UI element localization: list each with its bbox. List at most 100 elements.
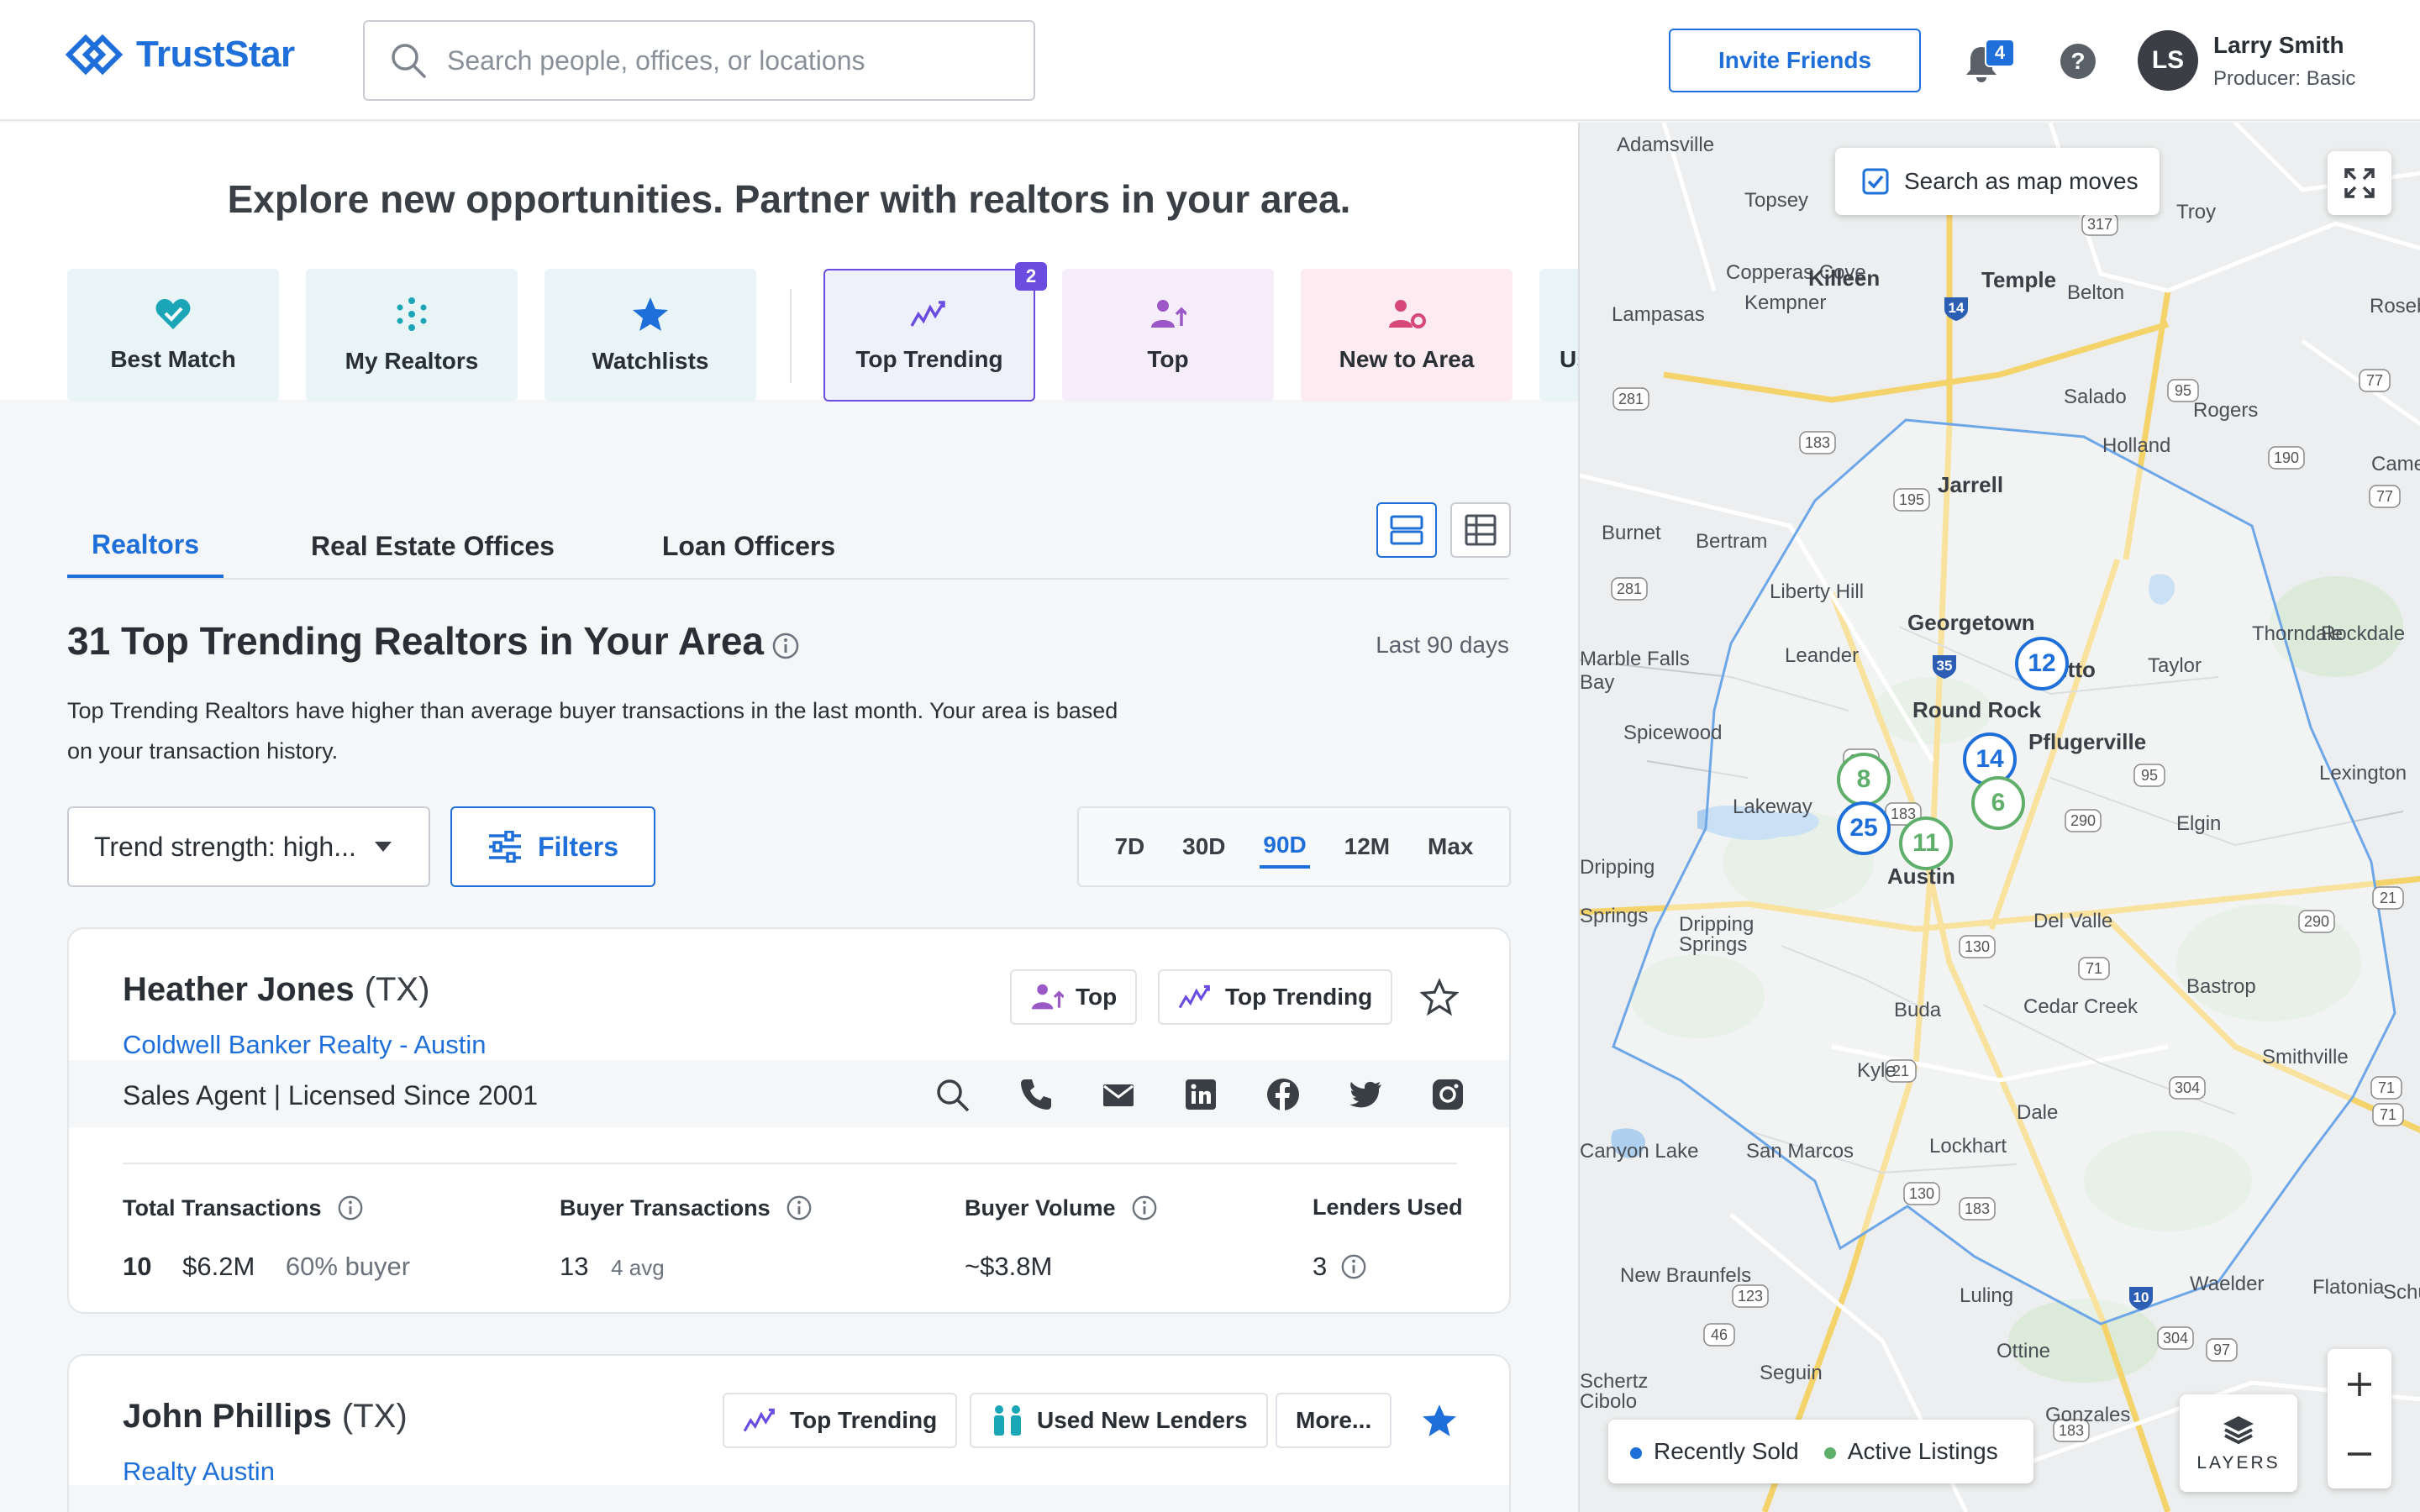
buyer-average: 4 avg <box>611 1255 665 1280</box>
cluster-marker[interactable]: 12 <box>2015 637 2069 690</box>
search-box[interactable] <box>363 20 1035 101</box>
range-30d[interactable]: 30D <box>1179 827 1228 867</box>
zoom-in-button[interactable] <box>2328 1349 2391 1419</box>
layers-button[interactable]: LAYERS <box>2180 1394 2297 1492</box>
category-best-match[interactable]: Best Match <box>67 269 279 402</box>
star-outline-icon[interactable] <box>1420 978 1459 1016</box>
category-top-trending[interactable]: Top Trending <box>823 269 1035 402</box>
email-icon[interactable] <box>1101 1077 1136 1112</box>
cluster-marker[interactable]: 11 <box>1899 816 1953 870</box>
svg-text:304: 304 <box>2163 1330 2188 1347</box>
svg-text:Bay: Bay <box>1580 671 1614 694</box>
svg-text:Dripping: Dripping <box>1679 913 1754 936</box>
stat-lenders-header: Lenders Used <box>1313 1194 1463 1221</box>
category-my-realtors[interactable]: My Realtors <box>306 269 518 402</box>
tab-realtors[interactable]: Realtors <box>67 514 224 578</box>
results-title: 31 Top Trending Realtors in Your Area <box>67 619 765 663</box>
avatar[interactable]: LS <box>2138 30 2198 91</box>
stat-volume-header: Buyer Volume <box>965 1194 1158 1221</box>
tag-top-trending[interactable]: Top Trending <box>723 1393 958 1448</box>
range-90d[interactable]: 90D <box>1260 825 1310 869</box>
svg-text:Troy: Troy <box>2176 201 2216 223</box>
realtor-card[interactable]: Heather Jones (TX) Coldwell Banker Realty… <box>67 927 1511 1314</box>
search-as-map-moves-label: Search as map moves <box>1904 168 2139 194</box>
twitter-icon[interactable] <box>1348 1077 1383 1112</box>
range-12m[interactable]: 12M <box>1341 827 1393 867</box>
svg-text:Waelder: Waelder <box>2190 1273 2264 1295</box>
svg-text:Smithville: Smithville <box>2262 1046 2349 1068</box>
svg-text:Springs: Springs <box>1679 933 1747 956</box>
category-new-to-area[interactable]: New to Area <box>1301 269 1512 402</box>
linkedin-icon[interactable] <box>1183 1077 1218 1112</box>
help-icon[interactable]: ? <box>2059 42 2097 81</box>
svg-text:Topsey: Topsey <box>1744 189 1808 212</box>
period-label: Last 90 days <box>1376 632 1509 658</box>
truststar-logo[interactable]: TrustStar <box>66 34 295 76</box>
more-tags-button[interactable]: More... <box>1276 1393 1392 1448</box>
star-filled-icon[interactable] <box>1420 1401 1459 1440</box>
svg-text:Kyle: Kyle <box>1857 1059 1897 1082</box>
invite-friends-button[interactable]: Invite Friends <box>1669 29 1921 92</box>
zoom-out-button[interactable] <box>2328 1419 2391 1488</box>
svg-text:183: 183 <box>1805 434 1830 451</box>
phone-icon[interactable] <box>1018 1077 1054 1112</box>
top-header: TrustStar Invite Friends 4 ? LS Larry Sm… <box>0 0 2420 121</box>
info-icon[interactable] <box>771 632 800 660</box>
search-input[interactable] <box>447 45 1018 76</box>
tag-label: Top Trending <box>790 1407 938 1433</box>
search-as-map-moves-toggle[interactable]: Search as map moves <box>1835 148 2160 215</box>
tag-used-new-lenders[interactable]: Used New Lenders <box>970 1393 1268 1448</box>
svg-text:281: 281 <box>1618 391 1644 407</box>
fullscreen-button[interactable] <box>2328 151 2391 215</box>
legend-dot-green <box>1823 1446 1836 1459</box>
info-icon[interactable] <box>1340 1253 1367 1280</box>
search-icon[interactable] <box>934 1077 971 1114</box>
svg-text:Lampasas: Lampasas <box>1612 303 1705 326</box>
facebook-icon[interactable] <box>1265 1077 1301 1112</box>
svg-text:Adamsville: Adamsville <box>1617 134 1714 156</box>
svg-text:New Braunfels: New Braunfels <box>1620 1264 1751 1287</box>
svg-text:Salado: Salado <box>2064 386 2127 408</box>
range-7d[interactable]: 7D <box>1111 827 1148 867</box>
category-watchlists[interactable]: Watchlists <box>544 269 756 402</box>
realtor-office-link[interactable]: Realty Austin <box>123 1457 275 1487</box>
trend-strength-select[interactable]: Trend strength: high... <box>67 806 430 887</box>
map-panel[interactable]: 317 281 183 195 281 95 190 77 95 183 183… <box>1578 123 2420 1512</box>
list-view-button[interactable] <box>1376 502 1437 558</box>
range-max[interactable]: Max <box>1424 827 1476 867</box>
realtor-name[interactable]: Heather Jones (TX) <box>123 971 429 1009</box>
svg-text:Dripping: Dripping <box>1580 856 1655 879</box>
category-partial[interactable]: Us <box>1539 269 1578 402</box>
cluster-marker[interactable]: 8 <box>1837 753 1891 806</box>
cluster-marker[interactable]: 6 <box>1971 776 2025 830</box>
cluster-marker[interactable]: 25 <box>1837 801 1891 855</box>
tag-label: More... <box>1296 1407 1372 1433</box>
tab-real-estate-offices[interactable]: Real Estate Offices <box>302 514 563 578</box>
tag-top-trending[interactable]: Top Trending <box>1158 969 1393 1025</box>
card-divider <box>123 1163 1457 1164</box>
tag-top[interactable]: Top <box>1010 969 1138 1025</box>
category-top[interactable]: Top <box>1062 269 1274 402</box>
instagram-icon[interactable] <box>1430 1077 1465 1112</box>
checkbox-checked-icon[interactable] <box>1862 168 1889 195</box>
category-label: New to Area <box>1339 346 1475 372</box>
logo-text: TrustStar <box>136 34 295 75</box>
svg-text:71: 71 <box>2380 1106 2396 1123</box>
realtor-card[interactable]: John Phillips (TX) Realty Austin Top Tren… <box>67 1354 1511 1512</box>
svg-text:46: 46 <box>1711 1326 1728 1343</box>
svg-text:Pflugerville: Pflugerville <box>2028 729 2146 754</box>
user-name[interactable]: Larry Smith <box>2213 32 2344 59</box>
tag-label: Top Trending <box>1225 984 1373 1010</box>
info-icon[interactable] <box>337 1194 364 1221</box>
svg-text:San Marcos: San Marcos <box>1746 1140 1854 1163</box>
svg-text:Cedar Creek: Cedar Creek <box>2023 995 2139 1018</box>
info-icon[interactable] <box>1131 1194 1158 1221</box>
tab-loan-officers[interactable]: Loan Officers <box>652 514 845 578</box>
grid-view-button[interactable] <box>1450 502 1511 558</box>
info-icon[interactable] <box>786 1194 813 1221</box>
filters-button[interactable]: Filters <box>450 806 655 887</box>
realtor-office-link[interactable]: Coldwell Banker Realty - Austin <box>123 1030 486 1060</box>
legend-label: Recently Sold <box>1654 1438 1799 1464</box>
realtor-name[interactable]: John Phillips (TX) <box>123 1398 408 1436</box>
time-range-selector: 7D 30D 90D 12M Max <box>1077 806 1511 887</box>
